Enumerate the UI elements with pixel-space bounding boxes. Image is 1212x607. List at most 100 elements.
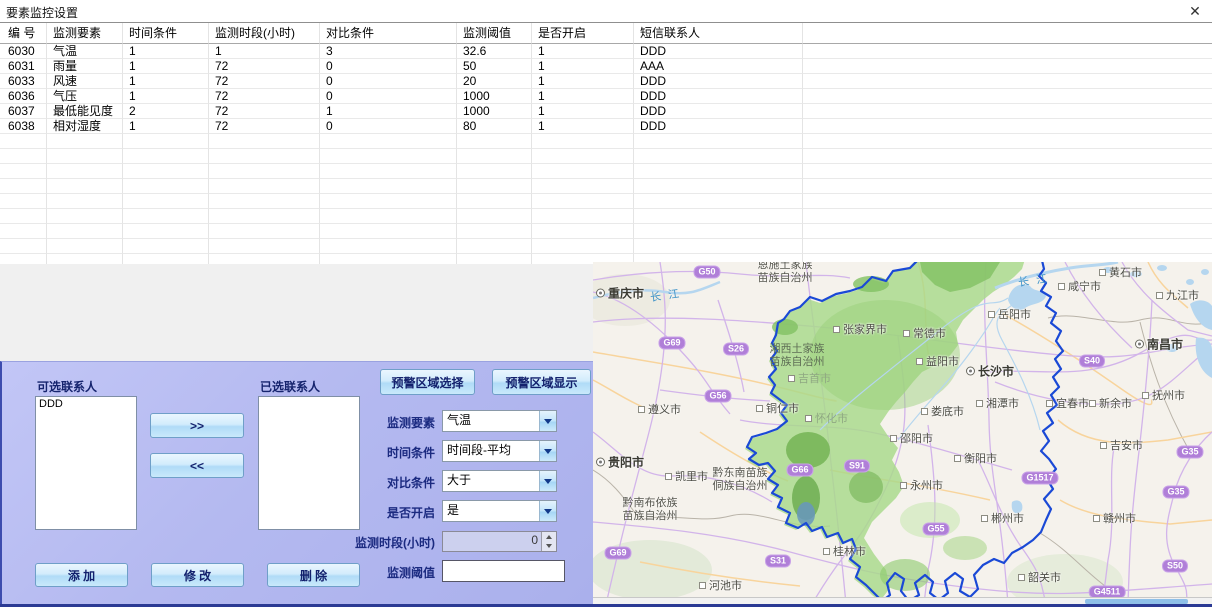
table-row[interactable]: 6030气温11332.61DDD bbox=[0, 44, 1212, 59]
chevron-down-icon[interactable] bbox=[539, 501, 556, 521]
move-right-button[interactable]: >> bbox=[150, 413, 244, 438]
map-view[interactable]: 重庆市长沙市南昌市贵阳市遵义市铜仁市张家界市吉首市怀化市常德市益阳市岳阳市咸宁市… bbox=[593, 262, 1212, 604]
map-city-label: 吉首市 bbox=[788, 370, 831, 386]
table-cell bbox=[0, 224, 47, 239]
table-row[interactable]: 6031雨量1720501AAA bbox=[0, 59, 1212, 74]
map-horizontal-scrollbar[interactable] bbox=[593, 597, 1212, 604]
table-cell: AAA bbox=[634, 59, 803, 74]
table-cell bbox=[209, 164, 320, 179]
map-city-label: 河池市 bbox=[699, 577, 742, 593]
table-row[interactable]: 6033风速1720201DDD bbox=[0, 74, 1212, 89]
chevron-down-icon[interactable] bbox=[539, 471, 556, 491]
table-row[interactable] bbox=[0, 209, 1212, 224]
table-row[interactable] bbox=[0, 179, 1212, 194]
capital-marker-icon bbox=[596, 458, 605, 467]
table-cell bbox=[209, 224, 320, 239]
compare-condition-label: 对比条件 bbox=[340, 474, 435, 491]
table-row[interactable] bbox=[0, 224, 1212, 239]
map-city-label: 九江市 bbox=[1156, 287, 1199, 303]
table-cell: 3 bbox=[320, 44, 457, 59]
table-cell: 1 bbox=[532, 104, 634, 119]
warn-region-show-button[interactable]: 预警区域显示 bbox=[492, 369, 591, 395]
table-cell: 32.6 bbox=[457, 44, 532, 59]
table-cell bbox=[457, 149, 532, 164]
table-cell: 1 bbox=[123, 119, 209, 134]
table-cell: DDD bbox=[634, 74, 803, 89]
list-item[interactable]: DDD bbox=[36, 397, 136, 412]
modify-button[interactable]: 修 改 bbox=[151, 563, 244, 587]
table-cell bbox=[803, 89, 1212, 104]
time-condition-select[interactable]: 时间段-平均 bbox=[442, 440, 557, 462]
monitor-hours-spinner[interactable]: 0 bbox=[442, 531, 557, 552]
monitor-table[interactable]: 编 号监测要素时间条件监测时段(小时)对比条件监测阈值是否开启短信联系人6030… bbox=[0, 22, 1212, 266]
table-cell: 1000 bbox=[457, 89, 532, 104]
column-header: 编 号 bbox=[0, 23, 47, 44]
table-cell: 80 bbox=[457, 119, 532, 134]
available-contacts-listbox[interactable]: DDD bbox=[35, 396, 137, 530]
road-badge: G69 bbox=[658, 337, 685, 350]
map-city-label: 凯里市 bbox=[665, 468, 708, 484]
map-city-label: 邵阳市 bbox=[890, 430, 933, 446]
table-cell bbox=[803, 104, 1212, 119]
road-badge: G35 bbox=[1162, 486, 1189, 499]
table-cell bbox=[803, 164, 1212, 179]
table-cell bbox=[803, 179, 1212, 194]
table-cell bbox=[457, 239, 532, 254]
road-badge: G66 bbox=[786, 464, 813, 477]
enabled-label: 是否开启 bbox=[340, 504, 435, 521]
table-cell bbox=[532, 179, 634, 194]
city-marker-icon bbox=[788, 375, 795, 382]
table-cell: 2 bbox=[123, 104, 209, 119]
map-city-label: 铜仁市 bbox=[756, 400, 799, 416]
table-cell bbox=[320, 209, 457, 224]
table-row[interactable] bbox=[0, 194, 1212, 209]
table-row[interactable] bbox=[0, 164, 1212, 179]
monitor-hours-value: 0 bbox=[443, 532, 541, 551]
monitor-element-select[interactable]: 气温 bbox=[442, 410, 557, 432]
table-cell: DDD bbox=[634, 119, 803, 134]
map-city-label: 重庆市 bbox=[596, 285, 644, 302]
table-row[interactable]: 6036气压172010001DDD bbox=[0, 89, 1212, 104]
city-marker-icon bbox=[805, 415, 812, 422]
map-city-label: 吉安市 bbox=[1100, 437, 1143, 453]
table-cell bbox=[123, 179, 209, 194]
table-cell bbox=[634, 179, 803, 194]
title-bar: 要素监控设置 bbox=[0, 0, 1212, 22]
map-region-label: 恩施土家族苗族自治州 bbox=[758, 262, 813, 285]
map-city-label: 南昌市 bbox=[1135, 336, 1183, 353]
table-cell: 72 bbox=[209, 74, 320, 89]
spinner-down-icon[interactable] bbox=[542, 542, 556, 552]
table-row[interactable] bbox=[0, 239, 1212, 254]
table-cell: 1 bbox=[320, 104, 457, 119]
map-city-label: 长沙市 bbox=[966, 363, 1014, 380]
monitor-element-value: 气温 bbox=[443, 411, 539, 431]
warn-region-select-button[interactable]: 预警区域选择 bbox=[380, 369, 475, 395]
table-cell bbox=[634, 134, 803, 149]
table-row[interactable] bbox=[0, 149, 1212, 164]
map-city-label: 遵义市 bbox=[638, 401, 681, 417]
map-city-label: 郴州市 bbox=[981, 510, 1024, 526]
table-row[interactable]: 6038相对湿度1720801DDD bbox=[0, 119, 1212, 134]
close-icon[interactable]: ✕ bbox=[1186, 2, 1204, 20]
table-cell bbox=[0, 149, 47, 164]
chevron-down-icon[interactable] bbox=[539, 411, 556, 431]
add-button[interactable]: 添 加 bbox=[35, 563, 128, 587]
threshold-input[interactable] bbox=[442, 560, 565, 582]
table-cell: 6036 bbox=[0, 89, 47, 104]
move-left-button[interactable]: << bbox=[150, 453, 244, 478]
enabled-select[interactable]: 是 bbox=[442, 500, 557, 522]
table-cell bbox=[209, 149, 320, 164]
map-city-label: 益阳市 bbox=[916, 353, 959, 369]
map-label-layer: 重庆市长沙市南昌市贵阳市遵义市铜仁市张家界市吉首市怀化市常德市益阳市岳阳市咸宁市… bbox=[593, 262, 1212, 604]
table-cell: DDD bbox=[634, 89, 803, 104]
spinner-up-icon[interactable] bbox=[542, 532, 556, 542]
river-label: 长 江 bbox=[649, 285, 682, 305]
table-cell bbox=[457, 134, 532, 149]
table-row[interactable]: 6037最低能见度272110001DDD bbox=[0, 104, 1212, 119]
road-badge: G56 bbox=[704, 390, 731, 403]
chevron-down-icon[interactable] bbox=[539, 441, 556, 461]
compare-condition-select[interactable]: 大于 bbox=[442, 470, 557, 492]
table-row[interactable] bbox=[0, 134, 1212, 149]
table-cell bbox=[209, 239, 320, 254]
map-city-label: 宜春市 bbox=[1046, 395, 1089, 411]
